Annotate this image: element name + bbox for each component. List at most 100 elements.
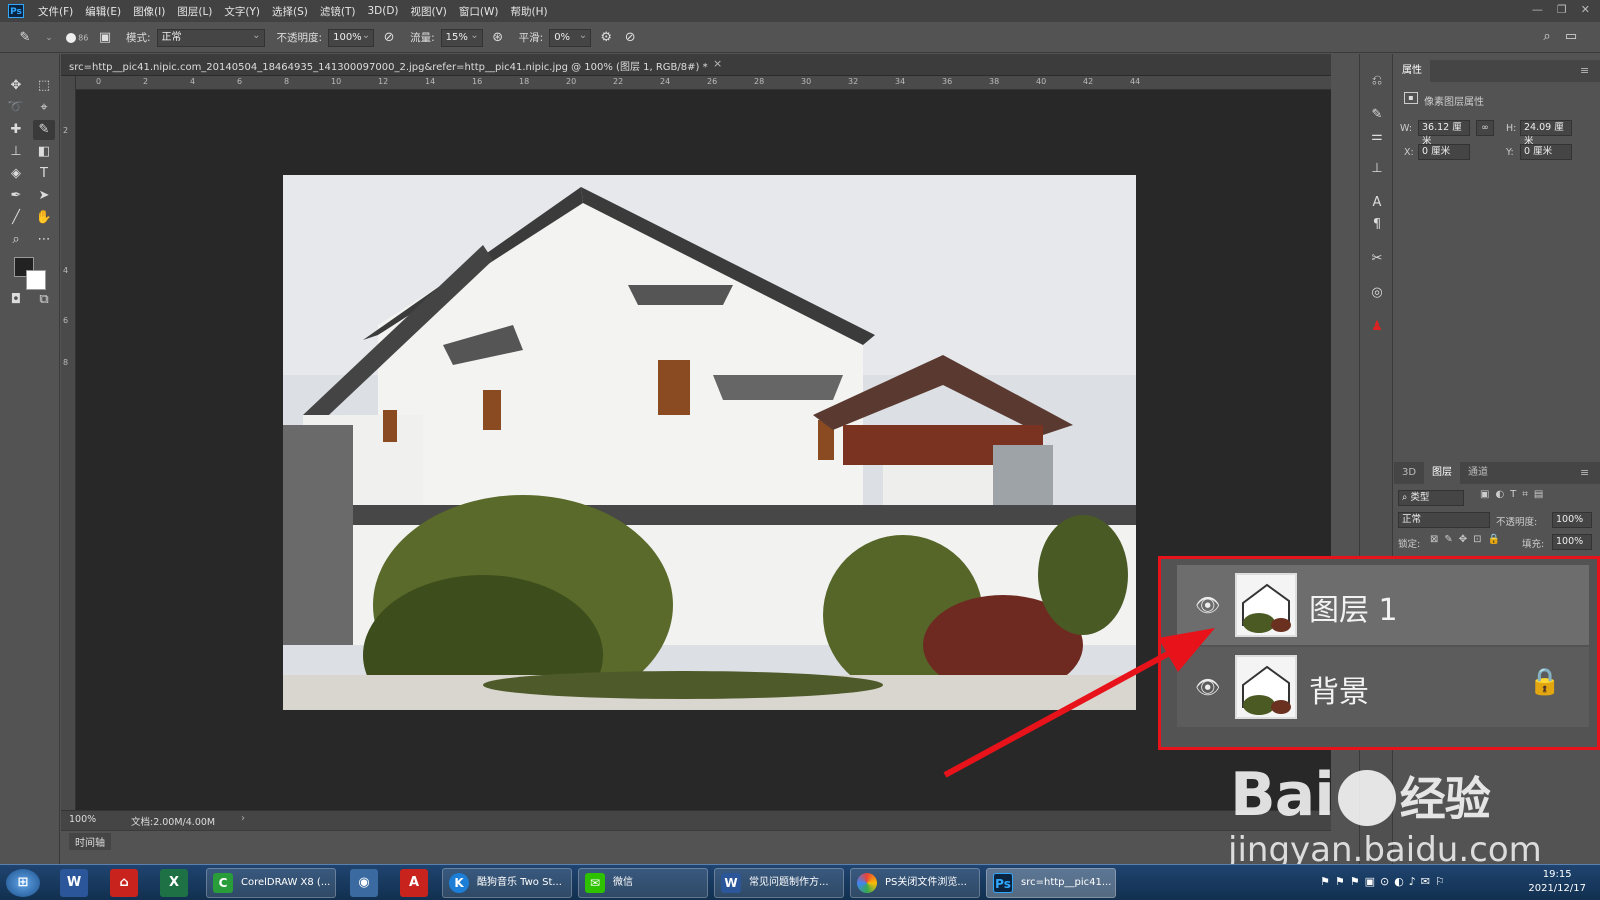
adjustments-icon[interactable]: ⚌ bbox=[1368, 128, 1386, 146]
smooth-input[interactable]: 0% bbox=[549, 28, 592, 47]
character-icon[interactable]: A bbox=[1368, 194, 1386, 212]
layer-filter-select[interactable]: ⌕ 类型 bbox=[1398, 490, 1464, 506]
quick-mask-icon[interactable]: ◘ bbox=[5, 290, 27, 310]
chevron-down-icon[interactable]: ⌄ bbox=[40, 33, 58, 43]
taskbar-item[interactable]: K 酷狗音乐 Two St... bbox=[442, 868, 572, 898]
menu-view[interactable]: 视图(V) bbox=[411, 4, 447, 19]
history-icon[interactable]: ⎌ bbox=[1368, 72, 1386, 90]
brush-settings-icon[interactable]: ✎ bbox=[1368, 106, 1386, 124]
lasso-tool-icon[interactable]: ➰ bbox=[5, 98, 27, 118]
document-image[interactable] bbox=[283, 175, 1136, 710]
width-input[interactable]: 36.12 厘米 bbox=[1418, 120, 1470, 147]
fill-input[interactable]: 100% bbox=[1552, 534, 1592, 550]
search-icon[interactable]: ⌕ bbox=[1538, 29, 1556, 44]
layer-name[interactable]: 背景 bbox=[1309, 667, 1369, 711]
menu-type[interactable]: 文字(Y) bbox=[224, 4, 260, 19]
menu-3d[interactable]: 3D(D) bbox=[367, 5, 398, 17]
word-pin-icon[interactable]: W bbox=[60, 869, 88, 897]
eraser-tool-icon[interactable]: ◧ bbox=[33, 142, 55, 162]
blend-mode-select[interactable]: 正常 bbox=[1398, 512, 1490, 528]
layer-name[interactable]: 图层 1 bbox=[1309, 585, 1398, 629]
y-input[interactable]: 0 厘米 bbox=[1520, 144, 1572, 160]
filter-icons[interactable]: ▣◐T⌗▤ bbox=[1480, 489, 1549, 500]
screen-mode-icon[interactable]: ⧉ bbox=[33, 290, 55, 310]
panel-menu-icon[interactable]: ≡ bbox=[1580, 466, 1589, 479]
taskbar-item[interactable]: C CorelDRAW X8 (... bbox=[206, 868, 336, 898]
zoom-tool-icon[interactable]: ⌕ bbox=[5, 230, 27, 250]
lock-icon[interactable]: 🔒 bbox=[1529, 667, 1561, 697]
gradient-tool-icon[interactable]: ◈ bbox=[5, 164, 27, 184]
timeline-tab[interactable]: 时间轴 bbox=[69, 833, 111, 850]
lock-icons[interactable]: ⊠✎✥⊡🔒 bbox=[1430, 534, 1506, 545]
menu-layer[interactable]: 图层(L) bbox=[177, 4, 212, 19]
minimize-icon[interactable]: — bbox=[1532, 3, 1543, 16]
close-tab-icon[interactable]: × bbox=[713, 57, 722, 70]
menu-help[interactable]: 帮助(H) bbox=[511, 4, 548, 19]
link-icon[interactable]: ∞ bbox=[1476, 120, 1494, 136]
acrobat-pin-icon[interactable]: A bbox=[400, 869, 428, 897]
background-color[interactable] bbox=[26, 270, 46, 290]
excel-pin-icon[interactable]: X bbox=[160, 869, 188, 897]
x-input[interactable]: 0 厘米 bbox=[1418, 144, 1470, 160]
opacity-input[interactable]: 100% bbox=[328, 28, 375, 47]
menu-edit[interactable]: 编辑(E) bbox=[85, 4, 121, 19]
tab-channels[interactable]: 通道 bbox=[1460, 462, 1496, 484]
flow-input[interactable]: 15% bbox=[440, 28, 483, 47]
menu-window[interactable]: 窗口(W) bbox=[459, 4, 499, 19]
pen-tool-icon[interactable]: ✒ bbox=[5, 186, 27, 206]
document-tab[interactable]: src=http__pic41.nipic.com_20140504_18464… bbox=[61, 54, 1331, 76]
zoom-level[interactable]: 100% bbox=[69, 814, 96, 825]
brush-preset-picker[interactable]: 86 bbox=[64, 32, 90, 43]
taskbar-item[interactable]: PS关闭文件浏览... bbox=[850, 868, 980, 898]
paragraph-icon[interactable]: ¶ bbox=[1368, 216, 1386, 234]
brush-tool-icon[interactable]: ✎ bbox=[33, 120, 55, 140]
tab-layers[interactable]: 图层 bbox=[1424, 462, 1460, 484]
hand-tool-icon[interactable]: ✋ bbox=[33, 208, 55, 228]
eye-icon[interactable]: 👁 bbox=[1195, 675, 1220, 699]
stamp-icon[interactable]: ♟ bbox=[1368, 318, 1386, 336]
type-tool-icon[interactable]: T bbox=[33, 164, 55, 184]
opacity-input[interactable]: 100% bbox=[1552, 512, 1592, 528]
close-icon[interactable]: ✕ bbox=[1581, 3, 1590, 16]
line-tool-icon[interactable]: ╱ bbox=[5, 208, 27, 228]
pdf-pin-icon[interactable]: ⌂ bbox=[110, 869, 138, 897]
tab-properties[interactable]: 属性 bbox=[1394, 60, 1430, 82]
system-clock[interactable]: 19:15 2021/12/17 bbox=[1528, 868, 1586, 896]
more-tools-icon[interactable]: ⋯ bbox=[33, 230, 55, 250]
healing-tool-icon[interactable]: ✚ bbox=[5, 120, 27, 140]
brush-tool-icon[interactable]: ✎ bbox=[16, 30, 34, 45]
stamp-tool-icon[interactable]: ⊥ bbox=[5, 142, 27, 162]
eye-icon[interactable]: 👁 bbox=[1195, 593, 1220, 617]
styles-icon[interactable]: ◎ bbox=[1368, 284, 1386, 302]
move-tool-icon[interactable]: ✥ bbox=[5, 76, 27, 96]
pressure-opacity-icon[interactable]: ⊘ bbox=[380, 30, 398, 45]
taskbar-item[interactable]: ✉ 微信 bbox=[578, 868, 708, 898]
layer-row-background[interactable]: 👁 背景 🔒 bbox=[1177, 647, 1589, 727]
start-button[interactable]: ⊞ bbox=[6, 869, 40, 897]
path-select-tool-icon[interactable]: ➤ bbox=[33, 186, 55, 206]
menu-filter[interactable]: 滤镜(T) bbox=[320, 4, 356, 19]
app-pin-icon[interactable]: ◉ bbox=[350, 869, 378, 897]
restore-icon[interactable]: ❐ bbox=[1557, 3, 1567, 16]
height-input[interactable]: 24.09 厘米 bbox=[1520, 120, 1572, 147]
workspace-icon[interactable]: ▭ bbox=[1562, 29, 1580, 44]
mode-select[interactable]: 正常 bbox=[156, 28, 265, 47]
clone-source-icon[interactable]: ⊥ bbox=[1368, 160, 1386, 178]
color-swatches[interactable] bbox=[14, 254, 56, 294]
menu-file[interactable]: 文件(F) bbox=[38, 4, 73, 19]
taskbar-item[interactable]: W 常见问题制作方... bbox=[714, 868, 844, 898]
panel-menu-icon[interactable]: ≡ bbox=[1580, 64, 1589, 77]
quick-select-tool-icon[interactable]: ⌖ bbox=[33, 98, 55, 118]
marquee-tool-icon[interactable]: ⬚ bbox=[33, 76, 55, 96]
tab-3d[interactable]: 3D bbox=[1394, 462, 1424, 484]
system-tray-icons[interactable]: ⚑⚑⚑▣⊙◐♪✉⚐ bbox=[1320, 875, 1450, 888]
brush-settings-icon[interactable]: ▣ bbox=[96, 30, 114, 45]
layer-row-layer1[interactable]: 👁 图层 1 bbox=[1177, 565, 1589, 645]
chevron-right-icon[interactable]: › bbox=[241, 813, 245, 824]
airbrush-icon[interactable]: ⊛ bbox=[489, 30, 507, 45]
gear-icon[interactable]: ⚙ bbox=[597, 30, 615, 45]
menu-image[interactable]: 图像(I) bbox=[133, 4, 165, 19]
taskbar-item-active[interactable]: Ps src=http__pic41... bbox=[986, 868, 1116, 898]
tools-icon[interactable]: ✂ bbox=[1368, 250, 1386, 268]
menu-select[interactable]: 选择(S) bbox=[272, 4, 308, 19]
